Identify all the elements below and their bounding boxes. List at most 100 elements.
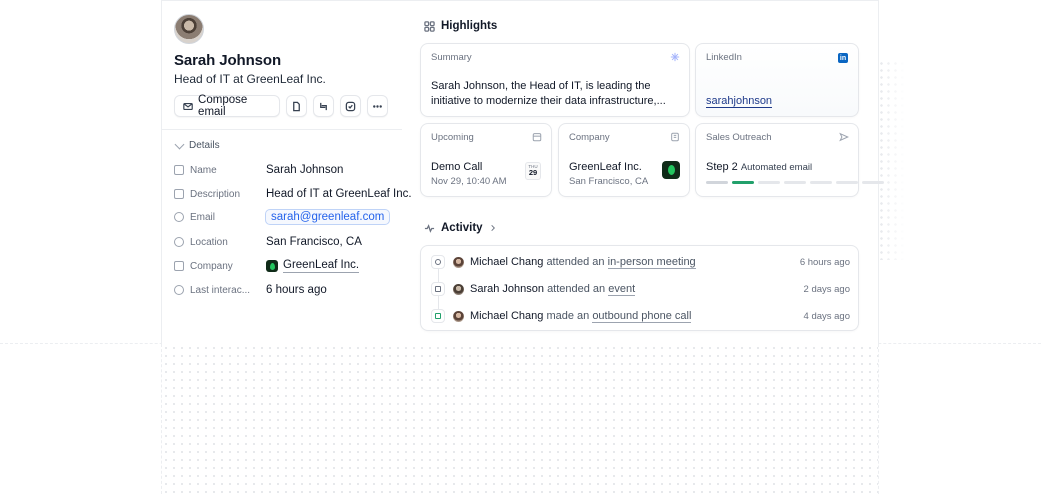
arrows-swap-icon <box>320 102 327 110</box>
detail-label: Location <box>190 236 228 248</box>
detail-row-company: Company GreenLeaf Inc. <box>174 257 360 275</box>
building-icon <box>174 261 184 271</box>
check-square-icon <box>345 101 356 111</box>
company-chip[interactable]: GreenLeaf Inc. <box>266 259 360 273</box>
activity-actor: Sarah Johnson <box>470 283 544 295</box>
contact-role: Head of IT at GreenLeaf Inc. <box>174 72 326 86</box>
highlights-header: Highlights <box>424 20 497 32</box>
activity-actor: Michael Chang <box>470 256 544 268</box>
avatar[interactable] <box>174 14 204 44</box>
upcoming-card[interactable]: Upcoming Demo Call Nov 29, 10:40 AM THU … <box>420 123 552 197</box>
section-divider <box>162 129 402 130</box>
progress-segment <box>706 181 728 184</box>
detail-row-last-interaction: Last interac... 6 hours ago <box>174 281 327 299</box>
mail-icon <box>183 102 193 110</box>
pulse-icon <box>424 223 435 233</box>
card-title: Sales Outreach <box>706 132 772 143</box>
summary-card[interactable]: Summary Sarah Johnson, the Head of IT, i… <box>420 43 690 117</box>
details-header: Details <box>189 140 220 151</box>
clock-icon <box>174 285 184 295</box>
cal-day: 29 <box>528 168 538 177</box>
send-icon <box>839 132 849 142</box>
id-card-icon <box>174 165 184 175</box>
phone-outbound-icon <box>431 309 445 323</box>
activity-item[interactable]: Sarah Johnson attended an event 2 days a… <box>431 280 850 298</box>
compose-email-button[interactable]: Compose email <box>174 94 280 118</box>
detail-row-name: Name Sarah Johnson <box>174 161 343 179</box>
progress-segment <box>784 181 806 184</box>
company-logo-icon <box>266 260 278 272</box>
text-icon <box>174 189 184 199</box>
card-title: LinkedIn <box>706 52 742 63</box>
activity-time: 6 hours ago <box>799 256 850 268</box>
company-name: GreenLeaf Inc. <box>569 161 642 173</box>
sales-outreach-card[interactable]: Sales Outreach Step 2 Automated email <box>695 123 884 197</box>
chevron-right-icon <box>490 225 495 231</box>
card-title: Summary <box>431 52 472 63</box>
activity-object-link[interactable]: outbound phone call <box>592 310 692 323</box>
activity-object-link[interactable]: in-person meeting <box>607 256 696 269</box>
sync-button[interactable] <box>313 95 334 117</box>
progress-segment <box>862 181 884 184</box>
activity-verb: attended an <box>546 256 605 268</box>
detail-label: Last interac... <box>190 284 250 296</box>
activity-item[interactable]: Michael Chang attended an in-person meet… <box>431 253 850 271</box>
more-button[interactable] <box>367 95 388 117</box>
activity-time: 2 days ago <box>803 283 850 295</box>
calendar-date-badge: THU 29 <box>525 162 541 180</box>
activity-object-link[interactable]: event <box>608 283 636 296</box>
card-title: Upcoming <box>431 132 474 143</box>
detail-value: GreenLeaf Inc. <box>283 259 360 273</box>
dashed-guide-left <box>161 344 162 494</box>
activity-item[interactable]: Michael Chang made an outbound phone cal… <box>431 307 850 325</box>
detail-value[interactable]: San Francisco, CA <box>266 236 362 248</box>
activity-verb: made an <box>546 310 590 322</box>
linkedin-card[interactable]: LinkedIn in sarahjohnson <box>695 43 859 117</box>
progress-segment <box>758 181 780 184</box>
document-button[interactable] <box>286 95 307 117</box>
activity-feed: Michael Chang attended an in-person meet… <box>420 245 859 331</box>
company-card[interactable]: Company GreenLeaf Inc. San Francisco, CA <box>558 123 690 197</box>
more-dots-icon <box>373 104 382 108</box>
detail-label: Email <box>190 211 216 223</box>
card-title: Company <box>569 132 610 143</box>
dotted-side-decoration <box>878 60 908 260</box>
detail-label: Name <box>190 164 217 176</box>
avatar <box>453 310 464 322</box>
activity-title: Activity <box>441 222 483 234</box>
progress-segment <box>810 181 832 184</box>
upcoming-event: Demo Call <box>431 161 483 173</box>
email-link[interactable]: sarah@greenleaf.com <box>265 209 391 225</box>
task-button[interactable] <box>340 95 361 117</box>
activity-time: 4 days ago <box>803 310 850 322</box>
avatar <box>453 256 464 268</box>
linkedin-icon: in <box>838 53 848 63</box>
calendar-icon <box>431 282 445 296</box>
detail-row-description: Description Head of IT at GreenLeaf Inc. <box>174 185 412 203</box>
dashed-guide-right <box>878 344 879 494</box>
grid-icon <box>424 20 435 32</box>
detail-label: Company <box>190 260 233 272</box>
step-description: Automated email <box>740 162 813 173</box>
upcoming-time: Nov 29, 10:40 AM <box>431 176 507 187</box>
detail-value[interactable]: Sarah Johnson <box>266 164 343 176</box>
calendar-icon <box>532 133 542 142</box>
summary-text: Sarah Johnson, the Head of IT, is leadin… <box>431 80 666 107</box>
compose-email-label: Compose email <box>198 94 248 118</box>
company-logo-icon <box>662 161 680 179</box>
contact-name: Sarah Johnson <box>174 52 282 69</box>
dotted-background <box>162 344 878 494</box>
outreach-progress <box>706 181 884 184</box>
company-location: San Francisco, CA <box>569 176 649 187</box>
building-icon <box>671 132 679 142</box>
meeting-icon <box>431 255 445 269</box>
map-pin-icon <box>174 237 184 247</box>
details-toggle[interactable]: Details <box>174 139 220 151</box>
highlights-title: Highlights <box>441 20 498 32</box>
detail-value: 6 hours ago <box>266 284 327 296</box>
progress-segment <box>732 181 754 184</box>
document-icon <box>293 101 300 111</box>
linkedin-link[interactable]: sarahjohnson <box>706 95 773 108</box>
activity-header[interactable]: Activity <box>424 222 497 234</box>
detail-value[interactable]: Head of IT at GreenLeaf Inc. <box>266 188 412 200</box>
